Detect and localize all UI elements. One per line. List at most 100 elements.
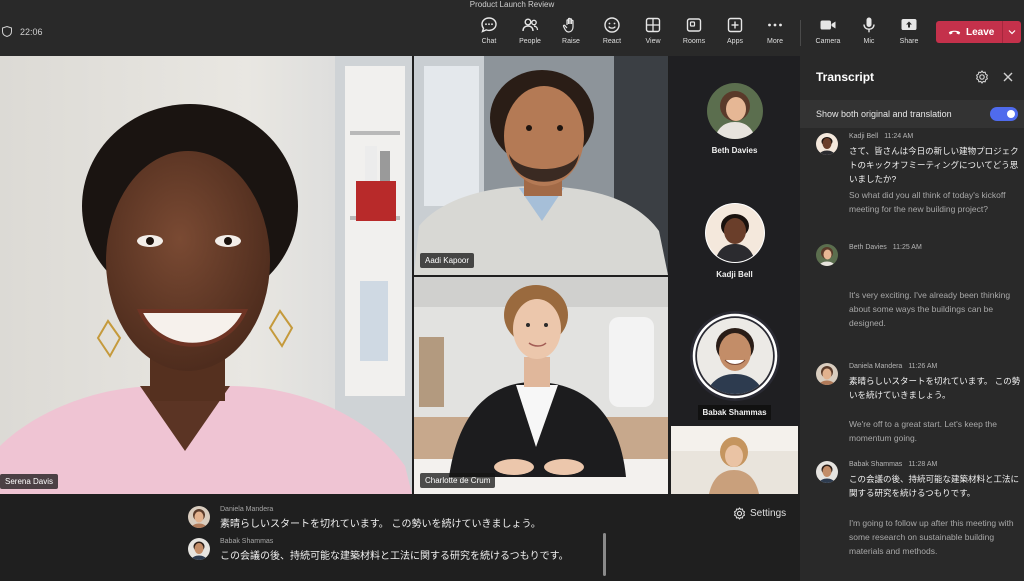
apps-label: Apps [727, 38, 743, 45]
roster-item-kadji-bell[interactable]: Kadji Bell [669, 202, 800, 279]
caption-line: Babak Shammas この会議の後、持続可能な建築材料と工法に関する研究を… [188, 538, 569, 562]
entry-time: 11:28 AM [908, 461, 938, 468]
apps-icon [727, 17, 743, 33]
entry-speaker: Beth Davies [849, 244, 887, 251]
raise-hand-button[interactable]: Raise [551, 16, 591, 50]
caption-scrollbar[interactable] [603, 533, 606, 576]
caption-text: この会議の後、持続可能な建築材料と工法に関する研究を続けるつもりです。 [220, 551, 569, 562]
entry-translation: We're off to a great start. Let's keep t… [849, 419, 997, 443]
people-button[interactable]: People [510, 16, 550, 50]
avatar [188, 538, 210, 560]
roster-item-beth-davies[interactable]: Beth Davies [669, 82, 800, 155]
leave-button[interactable]: Leave [936, 21, 1021, 43]
react-icon [604, 17, 620, 33]
mic-button[interactable]: Mic [849, 16, 889, 50]
translation-toggle-row: Show both original and translation [800, 100, 1024, 128]
more-icon [768, 23, 782, 27]
close-transcript-button[interactable] [1001, 70, 1015, 84]
avatar [816, 363, 838, 385]
transcript-entry: Daniela Mandera 11:26 AM 素晴らしいスタートを切れています… [816, 363, 1022, 453]
transcript-settings-button[interactable] [975, 70, 989, 84]
caption-line: Daniela Mandera 素晴らしいスタートを切れています。 この勢いを続… [188, 506, 541, 530]
more-button[interactable]: More [755, 16, 795, 50]
live-captions: Daniela Mandera 素晴らしいスタートを切れています。 この勢いを続… [0, 496, 800, 581]
entry-original: さて、皆さんは今日の新しい建物プロジェクトのキックオフミーティングについてどう思… [849, 146, 1019, 184]
view-icon [645, 17, 661, 33]
avatar [816, 461, 838, 483]
participant-video [671, 426, 798, 494]
entry-translation: So what did you all think of today's kic… [849, 190, 1006, 214]
avatar-speaking [689, 311, 780, 401]
people-label: People [519, 38, 541, 45]
leave-label: Leave [966, 26, 995, 38]
raise-hand-icon [562, 17, 574, 33]
video-tile-charlotte-de-crum[interactable]: Charlotte de Crum [414, 277, 668, 494]
rooms-label: Rooms [682, 38, 706, 45]
entry-speaker: Kadji Bell [849, 133, 879, 140]
raise-label: Raise [562, 38, 580, 45]
roster-name: Babak Shammas [698, 405, 771, 420]
entry-original: この会議の後、持続可能な建築材料と工法に関する研究を続けるつもりです。 [849, 474, 1020, 498]
share-button[interactable]: Share [889, 16, 929, 50]
avatar [816, 133, 838, 155]
people-icon [522, 18, 539, 32]
chat-label: Chat [481, 38, 497, 45]
mic-label: Mic [863, 38, 875, 45]
participant-video [0, 56, 412, 494]
transcript-title: Transcript [816, 70, 875, 84]
hang-up-icon [948, 30, 961, 35]
entry-speaker: Babak Shammas [849, 461, 903, 468]
apps-button[interactable]: Apps [715, 16, 755, 50]
caption-text: 素晴らしいスタートを切れています。 この勢いを続けていきましょう。 [220, 519, 541, 530]
entry-original: 素晴らしいスタートを切れています。 この勢いを続けていきましょう。 [849, 376, 1021, 400]
rooms-icon [686, 18, 702, 32]
view-button[interactable]: View [633, 16, 673, 50]
leave-options-button[interactable] [1003, 29, 1021, 35]
video-tile-aadi-kapoor[interactable]: Aadi Kapoor [414, 56, 668, 275]
video-tile-serena-davis[interactable]: Serena Davis [0, 56, 412, 494]
react-label: React [602, 38, 622, 45]
entry-header: Kadji Bell 11:24 AM [849, 133, 913, 140]
transcript-entry: Kadji Bell 11:24 AM さて、皆さんは今日の新しい建物プロジェクト… [816, 133, 1022, 233]
share-label: Share [899, 38, 919, 45]
participant-name-tag: Aadi Kapoor [420, 253, 475, 268]
transcript-entry: Beth Davies 11:25 AM It's very exciting. … [816, 244, 1022, 334]
participant-roster: Beth Davies Kadji Bell Babak Shammas [669, 56, 800, 426]
meeting-toolbar: Product Launch Review 22:06 Chat People … [0, 0, 1024, 56]
avatar [188, 506, 210, 528]
entry-header: Babak Shammas 11:28 AM [849, 461, 937, 468]
transcript-entry: Babak Shammas 11:28 AM この会議の後、持続可能な建築材料と工… [816, 461, 1022, 581]
roster-item-babak-shammas[interactable]: Babak Shammas [669, 310, 800, 420]
toggle-label: Show both original and translation [816, 109, 952, 119]
entry-translation: I'm going to follow up after this meetin… [849, 518, 1014, 556]
shield-icon [2, 26, 12, 37]
participant-video [414, 56, 668, 275]
meeting-title: Product Launch Review [469, 0, 555, 9]
share-icon [901, 19, 917, 30]
chat-button[interactable]: Chat [469, 16, 509, 50]
leave-main-button[interactable]: Leave [936, 21, 1002, 43]
camera-button[interactable]: Camera [808, 16, 848, 50]
caption-settings-button[interactable]: Settings [733, 507, 786, 520]
mic-icon [863, 17, 875, 33]
rooms-button[interactable]: Rooms [674, 16, 714, 50]
close-icon [1003, 72, 1013, 82]
avatar [706, 83, 763, 139]
entry-header: Daniela Mandera 11:26 AM [849, 363, 937, 370]
show-translation-toggle[interactable] [990, 107, 1018, 121]
gear-icon [976, 70, 988, 84]
avatar [704, 203, 765, 263]
participant-video [414, 277, 668, 494]
toolbar-divider [800, 20, 801, 46]
participant-name-tag: Serena Davis [0, 474, 59, 489]
entry-time: 11:26 AM [908, 363, 938, 370]
video-tile-self-view[interactable] [671, 426, 798, 494]
view-label: View [645, 38, 661, 45]
roster-name: Beth Davies [711, 146, 758, 155]
entry-time: 11:24 AM [884, 133, 914, 140]
caption-speaker: Daniela Mandera [220, 506, 274, 513]
settings-label: Settings [750, 508, 787, 519]
react-button[interactable]: React [592, 16, 632, 50]
entry-speaker: Daniela Mandera [849, 363, 903, 370]
roster-name: Kadji Bell [716, 270, 753, 279]
